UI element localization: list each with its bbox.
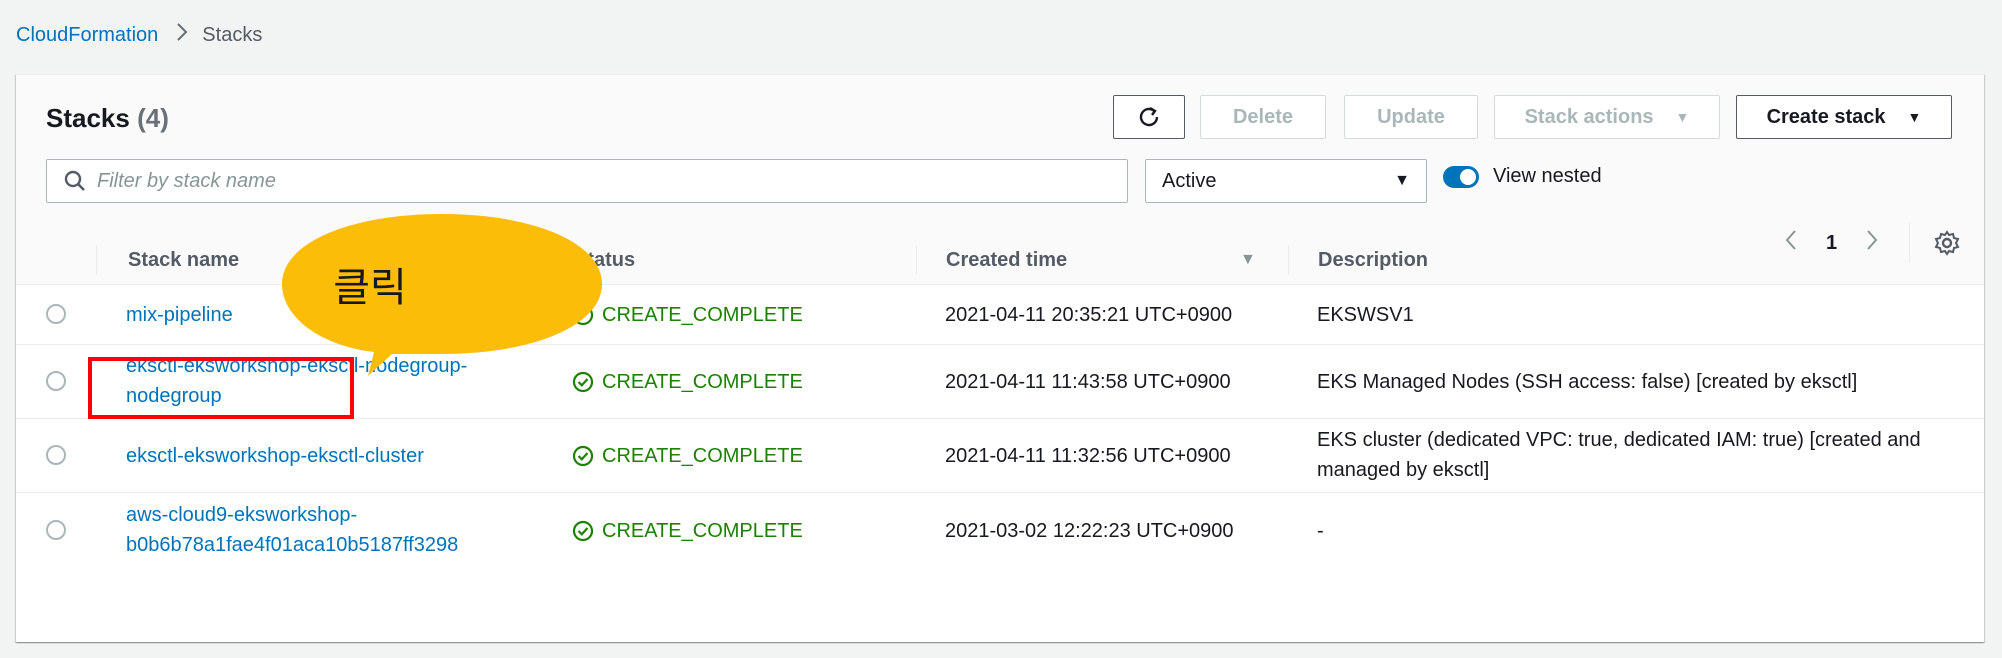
stack-actions-label: Stack actions [1524,105,1654,128]
description-line1: EKS cluster (dedicated VPC: true, dedica… [1317,429,1921,451]
pager-divider [1909,223,1911,263]
status-text: CREATE_COMPLETE [602,371,803,393]
created-time-cell: 2021-04-11 20:35:21 UTC+0900 [945,304,1233,326]
description-cell: - [1317,520,1324,542]
created-time-cell: 2021-04-11 11:43:58 UTC+0900 [945,371,1231,393]
caret-down-icon: ▼ [1675,109,1690,125]
page-number[interactable]: 1 [1826,232,1837,255]
page-title-text: Stacks [46,103,130,133]
chevron-left-icon[interactable] [1784,228,1798,259]
column-header-description[interactable]: Description [1318,235,1428,285]
stack-name-link[interactable]: eksctl-eksworkshop-eksctl-cluster [126,441,424,471]
gear-icon[interactable] [1934,230,1960,256]
create-stack-label: Create stack [1766,105,1886,128]
stack-count: (4) [137,103,169,133]
view-nested-label: View nested [1493,165,1602,187]
column-header-created-time[interactable]: Created time [946,235,1067,285]
caret-down-icon: ▼ [1394,172,1410,189]
stack-name-link[interactable]: mix-pipeline [126,300,233,330]
column-divider [1288,245,1289,275]
highlight-box [88,357,354,419]
view-nested-toggle-group: View nested [1443,165,1602,188]
status-cell: CREATE_COMPLETE [572,493,803,569]
stack-name-link[interactable]: aws-cloud9-eksworkshop- [126,500,357,530]
stack-name-link-line2[interactable]: b0b6b78a1fae4f01aca10b5187ff3298 [126,530,458,560]
chevron-right-icon [176,22,188,48]
delete-button[interactable]: Delete [1200,95,1326,139]
description-cell: EKSWSV1 [1317,304,1414,326]
sort-descending-icon[interactable]: ▼ [1240,251,1256,269]
status-text: CREATE_COMPLETE [602,445,803,467]
caret-down-icon: ▼ [1907,109,1922,125]
create-stack-button[interactable]: Create stack ▼ [1736,95,1952,139]
row-select-radio[interactable] [46,520,66,540]
created-time-cell: 2021-04-11 11:32:56 UTC+0900 [945,445,1231,467]
filter-search-box[interactable] [46,159,1128,203]
row-select-radio[interactable] [46,445,66,465]
callout-text: 클릭 [333,265,407,311]
stack-name-cell: aws-cloud9-eksworkshop- b0b6b78a1fae4f01… [126,500,458,560]
description-cell: EKS cluster (dedicated VPC: true, dedica… [1317,425,1921,485]
search-icon [64,170,85,191]
breadcrumb-cloudformation-link[interactable]: CloudFormation [16,24,158,47]
stack-name-cell: mix-pipeline [126,285,233,345]
status-filter-select[interactable]: Active ▼ [1145,159,1427,203]
description-cell: EKS Managed Nodes (SSH access: false) [c… [1317,371,1858,393]
table-row[interactable]: aws-cloud9-eksworkshop- b0b6b78a1fae4f01… [16,493,1984,569]
check-circle-icon [572,445,594,467]
update-button[interactable]: Update [1344,95,1478,139]
row-select-radio[interactable] [46,371,66,391]
chevron-right-icon[interactable] [1865,228,1879,259]
stack-actions-button[interactable]: Stack actions ▼ [1494,95,1720,139]
column-header-stack-name[interactable]: Stack name [128,235,239,285]
breadcrumb-current: Stacks [202,23,263,46]
view-nested-toggle[interactable] [1443,165,1479,188]
status-filter-value: Active [1162,169,1217,192]
filter-input[interactable] [97,169,1057,193]
column-divider [916,245,917,275]
refresh-icon [1139,106,1159,127]
table-row[interactable]: eksctl-eksworkshop-eksctl-cluster CREATE… [16,419,1984,493]
breadcrumb: CloudFormation Stacks [16,22,262,48]
refresh-button[interactable] [1113,95,1185,139]
row-select-radio[interactable] [46,304,66,324]
status-cell: CREATE_COMPLETE [572,419,803,493]
description-line2: managed by eksctl] [1317,459,1490,481]
check-circle-icon [572,520,594,542]
stack-name-cell: eksctl-eksworkshop-eksctl-cluster [126,419,424,493]
status-text: CREATE_COMPLETE [602,304,803,326]
page-title: Stacks (4) [46,103,169,134]
column-divider [96,245,97,275]
created-time-cell: 2021-03-02 12:22:23 UTC+0900 [945,520,1234,542]
status-text: CREATE_COMPLETE [602,520,803,542]
pagination: 1 [1784,223,1960,263]
